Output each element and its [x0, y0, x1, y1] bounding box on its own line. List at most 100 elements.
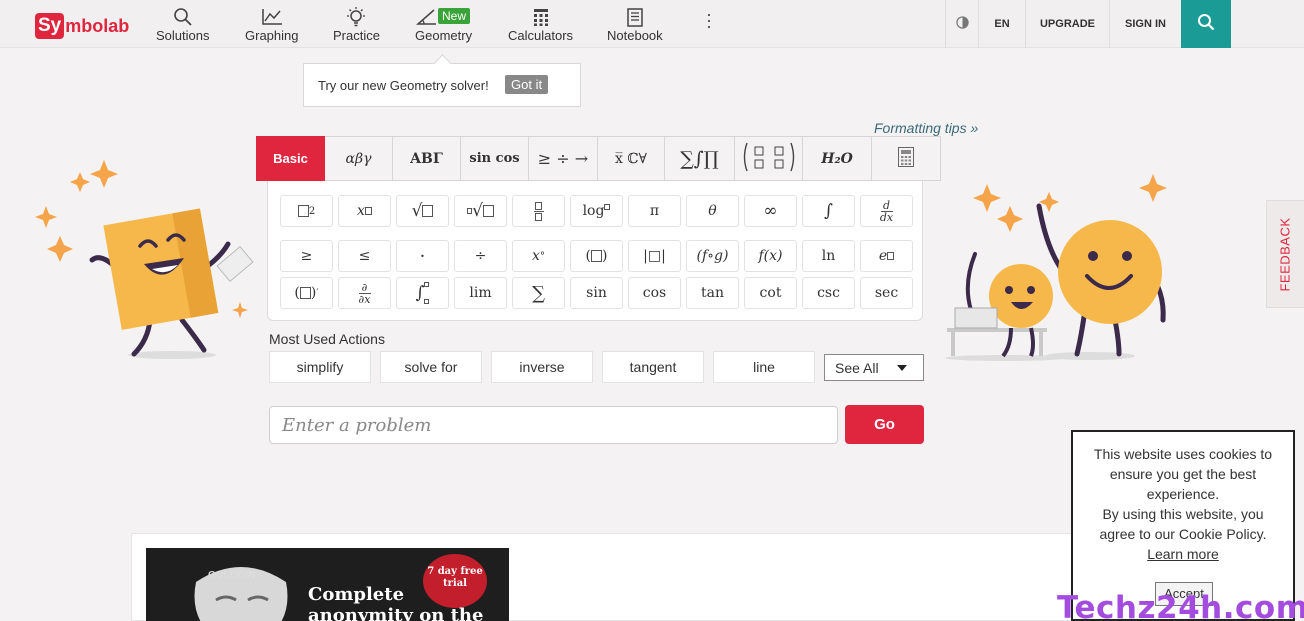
key-tan[interactable]: tan — [686, 277, 739, 309]
tab-operators[interactable]: ≥ ÷ → — [529, 136, 598, 181]
key-definite-integral[interactable]: ∫ — [396, 277, 449, 309]
search-icon — [173, 7, 193, 27]
key-sec[interactable]: sec — [860, 277, 913, 309]
tab-calculator[interactable] — [872, 136, 941, 181]
feedback-label: FEEDBACK — [1278, 216, 1294, 292]
key-prime[interactable]: () ′ — [280, 277, 333, 309]
key-geq[interactable]: ≥ — [280, 240, 333, 272]
key-square[interactable]: 2 — [280, 195, 333, 227]
ad-brand: GOLOGIN — [208, 570, 256, 581]
action-solve-for[interactable]: solve for — [380, 351, 482, 383]
cookie-message: This website uses cookies to ensure you … — [1093, 446, 1273, 502]
search-icon — [1197, 13, 1215, 36]
key-degree[interactable]: x ° — [512, 240, 565, 272]
key-power[interactable]: x — [338, 195, 391, 227]
tab-greek-lower[interactable]: αβγ — [325, 136, 393, 181]
see-all-label: See All — [835, 359, 879, 376]
top-navigation-bar: Sy mbolab Solutions Graphing Practice Ge… — [0, 0, 1304, 48]
cookie-policy-message: By using this website, you agree to our … — [1099, 506, 1267, 542]
key-infinity[interactable]: ∞ — [744, 195, 797, 227]
round-mascots-illustration — [945, 174, 1167, 361]
problem-input[interactable] — [269, 406, 838, 444]
lightbulb-icon — [345, 7, 367, 27]
logo-mark: Sy — [35, 13, 65, 39]
nav-solutions-label: Solutions — [156, 28, 210, 43]
nav-graphing[interactable]: Graphing — [245, 7, 298, 43]
key-absolute[interactable]: |□| — [628, 240, 681, 272]
formatting-tips-link[interactable]: Formatting tips » — [874, 120, 978, 136]
action-tangent[interactable]: tangent — [602, 351, 704, 383]
action-inverse[interactable]: inverse — [491, 351, 593, 383]
key-sqrt[interactable]: √ — [396, 195, 449, 227]
tab-matrix[interactable] — [735, 136, 803, 181]
key-derivative[interactable]: d dx — [860, 195, 913, 227]
upgrade-link[interactable]: UPGRADE — [1025, 0, 1109, 48]
symbolab-logo[interactable]: Sy mbolab — [35, 12, 129, 40]
tab-trig[interactable]: sin cos — [461, 136, 529, 181]
key-leq[interactable]: ≤ — [338, 240, 391, 272]
key-sum[interactable]: ∑ — [512, 277, 565, 309]
key-exp[interactable]: e — [860, 240, 913, 272]
math-keypad: 2 x √ √ log π θ ∞ ∫ d dx ≥ ≤ · ÷ x ° () |□… — [267, 181, 923, 321]
tooltip-text: Try our new Geometry solver! — [318, 78, 489, 93]
key-partial[interactable]: ∂ ∂x — [338, 277, 391, 309]
action-line[interactable]: line — [713, 351, 815, 383]
tab-greek-upper[interactable]: ABΓ — [393, 136, 461, 181]
matrix-icon — [741, 141, 797, 177]
key-cos[interactable]: cos — [628, 277, 681, 309]
key-theta[interactable]: θ — [686, 195, 739, 227]
logo-text: mbolab — [65, 15, 130, 36]
feedback-tab[interactable]: FEEDBACK — [1266, 200, 1304, 308]
keypad-tabs: Basic αβγ ABΓ sin cos ≥ ÷ → x̅ ℂ∀ ∑∫∏ H₂… — [256, 136, 941, 181]
key-nth-root[interactable]: √ — [454, 195, 507, 227]
action-simplify[interactable]: simplify — [269, 351, 371, 383]
language-selector[interactable]: EN — [978, 0, 1025, 48]
key-integral[interactable]: ∫ — [802, 195, 855, 227]
key-cot[interactable]: cot — [744, 277, 797, 309]
key-divide[interactable]: ÷ — [454, 240, 507, 272]
calculator-icon — [898, 146, 914, 171]
nav-geometry-label: Geometry — [415, 28, 473, 43]
nav-graphing-label: Graphing — [245, 28, 299, 43]
go-button[interactable]: Go — [845, 405, 924, 444]
header-search-button[interactable] — [1181, 0, 1231, 48]
key-csc[interactable]: csc — [802, 277, 855, 309]
tab-basic[interactable]: Basic — [256, 136, 325, 181]
key-function[interactable]: f(x) — [744, 240, 797, 272]
most-used-actions-label: Most Used Actions — [269, 331, 385, 347]
nav-calculators[interactable]: Calculators — [508, 7, 573, 43]
nav-practice-label: Practice — [333, 28, 380, 43]
key-sin[interactable]: sin — [570, 277, 623, 309]
theme-toggle[interactable] — [945, 0, 978, 48]
learn-more-link[interactable]: Learn more — [1147, 546, 1219, 562]
square-mascot-illustration — [35, 160, 254, 359]
nav-calculators-label: Calculators — [508, 28, 574, 43]
key-parentheses[interactable]: () — [570, 240, 623, 272]
watermark-text: Techz24h.com — [1057, 590, 1304, 621]
key-ln[interactable]: ln — [802, 240, 855, 272]
more-menu-icon[interactable]: · · · — [706, 5, 712, 35]
nav-notebook-label: Notebook — [607, 28, 663, 43]
caret-down-icon — [897, 365, 907, 371]
key-multiply[interactable]: · — [396, 240, 449, 272]
notebook-icon — [627, 7, 643, 27]
sign-in-link[interactable]: SIGN IN — [1109, 0, 1181, 48]
key-pi[interactable]: π — [628, 195, 681, 227]
graph-icon — [261, 7, 283, 27]
advertisement-banner[interactable]: GOLOGIN 7 day free trial Complete anonymit… — [146, 548, 509, 621]
contrast-icon — [955, 16, 969, 32]
nav-practice[interactable]: Practice — [333, 7, 380, 43]
see-all-dropdown[interactable]: See All — [824, 354, 924, 381]
geometry-tooltip: Try our new Geometry solver! Got it — [303, 63, 581, 107]
key-limit[interactable]: lim — [454, 277, 507, 309]
tab-chemistry[interactable]: H₂O — [803, 136, 872, 181]
calculator-icon — [533, 7, 549, 27]
key-log[interactable]: log — [570, 195, 623, 227]
nav-solutions[interactable]: Solutions — [156, 7, 209, 43]
tab-calculus[interactable]: ∑∫∏ — [665, 136, 735, 181]
key-fraction[interactable] — [512, 195, 565, 227]
tab-sets[interactable]: x̅ ℂ∀ — [598, 136, 665, 181]
got-it-button[interactable]: Got it — [505, 75, 549, 94]
nav-notebook[interactable]: Notebook — [607, 7, 663, 43]
key-compose[interactable]: (f∘g) — [686, 240, 739, 272]
